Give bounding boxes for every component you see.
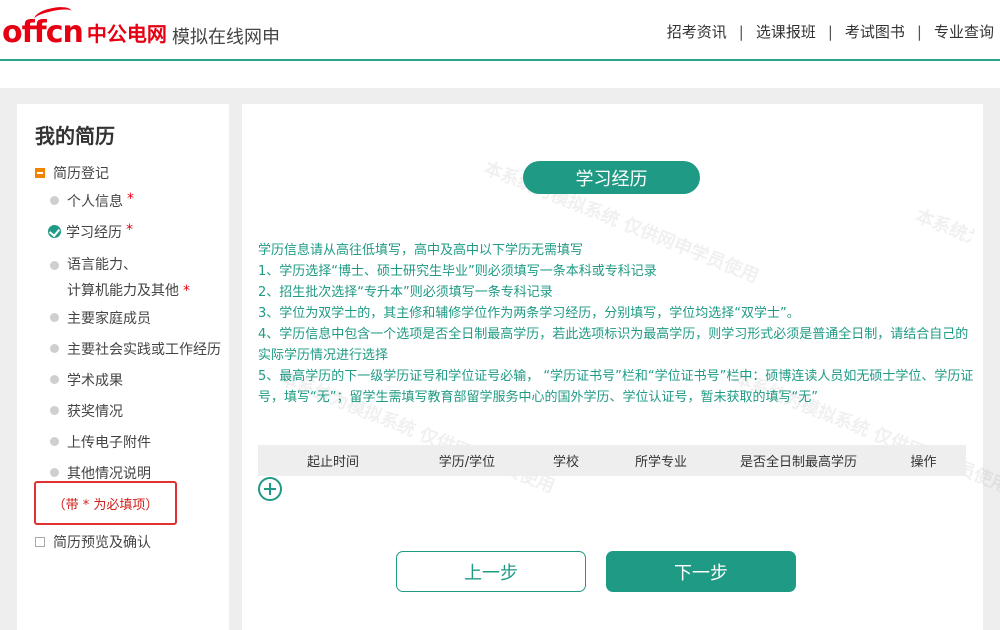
- sidebar-item-language-computer[interactable]: 语言能力、 计算机能力及其他 *: [50, 256, 190, 304]
- sidebar-section-label: 简历登记: [53, 166, 109, 182]
- instruction-line: 学历信息请从高往低填写，高中及高中以下学历无需填写: [258, 243, 584, 258]
- nav-link-major-search[interactable]: 专业查询: [934, 21, 994, 42]
- section-title: 学习经历: [523, 161, 700, 194]
- sidebar-item-work-experience[interactable]: 主要社会实践或工作经历: [50, 339, 221, 359]
- required-star: *: [127, 191, 134, 207]
- sidebar-item-label: 计算机能力及其他: [67, 283, 179, 299]
- top-header: offcn 中公电网 模拟在线网申 招考资讯 | 选课报班 | 考试图书 | 专…: [0, 0, 1000, 60]
- check-circle-icon: [48, 225, 61, 238]
- education-table-header: 起止时间 学历/学位 学校 所学专业 是否全日制最高学历 操作: [258, 445, 966, 476]
- nav-separator: |: [738, 22, 744, 41]
- nav-link-courses[interactable]: 选课报班: [756, 21, 816, 42]
- instruction-line: 3、学位为双学士的，其主修和辅修学位作为两条学习经历，分别填写，学位均选择“双学…: [258, 306, 800, 321]
- sidebar-item-label: 上传电子附件: [67, 435, 151, 451]
- column-header: 操作: [910, 455, 937, 470]
- column-header: 学历/学位: [438, 455, 496, 470]
- nav-link-exam-news[interactable]: 招考资讯: [667, 21, 727, 42]
- sidebar-item-label: 语言能力、: [67, 257, 137, 273]
- bullet-icon: [50, 437, 59, 446]
- required-star: *: [183, 283, 190, 299]
- sidebar-item-label: 学习经历: [66, 225, 122, 241]
- sidebar-item-label: 主要家庭成员: [67, 311, 151, 327]
- instruction-line: 4、学历信息中包含一个选项是否全日制最高学历，若此选项标识为最高学历，则学习形式…: [258, 327, 969, 363]
- sidebar-item-label: 其他情况说明: [67, 466, 151, 482]
- sidebar-section-label: 简历预览及确认: [53, 535, 151, 551]
- column-header: 起止时间: [306, 455, 359, 470]
- instruction-line: 2、招生批次选择“专升本”则必须填写一条专科记录: [258, 285, 553, 300]
- checkbox-icon: [35, 537, 45, 547]
- bullet-icon: [50, 261, 59, 270]
- offcn-logo[interactable]: offcn 中公电网: [2, 4, 167, 50]
- column-header: 是否全日制最高学历: [739, 455, 857, 470]
- nav-separator: |: [916, 22, 922, 41]
- header-divider: [0, 59, 1000, 61]
- bullet-icon: [50, 313, 59, 322]
- bullet-icon: [50, 196, 59, 205]
- logo-cn-text: 中公电网: [86, 22, 167, 46]
- instructions: 学历信息请从高往低填写，高中及高中以下学历无需填写 1、学历选择“博士、硕士研究…: [258, 240, 978, 408]
- sidebar-item-family[interactable]: 主要家庭成员: [50, 308, 151, 328]
- prev-step-button[interactable]: 上一步: [396, 551, 586, 592]
- sidebar-item-attachments[interactable]: 上传电子附件: [50, 432, 151, 452]
- required-note: （带 * 为必填项）: [34, 481, 177, 525]
- required-star: *: [126, 222, 133, 238]
- main-panel: 本系统为模拟系统 仅供网申学员使用 本系统为模拟系统 仅供网申学员使用 本系统为…: [242, 104, 1000, 630]
- instruction-line: 5、最高学历的下一级学历证号和学位证号必输， “学历证书号”栏和“学位证书号”栏…: [258, 369, 974, 405]
- bullet-icon: [50, 406, 59, 415]
- sidebar-section-register[interactable]: 简历登记: [35, 163, 109, 183]
- sidebar-item-label: 学术成果: [67, 373, 123, 389]
- sidebar-item-label: 个人信息: [67, 194, 123, 210]
- nav-separator: |: [827, 22, 833, 41]
- sidebar-item-label: 获奖情况: [67, 404, 123, 420]
- nav-link-books[interactable]: 考试图书: [845, 21, 905, 42]
- resume-sidebar: 我的简历 简历登记 个人信息 * 学习经历 * 语言能力、 计算机能力及其他 * …: [17, 104, 229, 630]
- site-subtitle: 模拟在线网申: [172, 27, 280, 48]
- add-row-icon[interactable]: [258, 477, 282, 501]
- sidebar-title: 我的简历: [35, 124, 115, 148]
- next-step-button[interactable]: 下一步: [606, 551, 796, 592]
- collapse-icon: [35, 168, 45, 178]
- bullet-icon: [50, 344, 59, 353]
- sidebar-item-academic[interactable]: 学术成果: [50, 370, 123, 390]
- instruction-line: 1、学历选择“博士、硕士研究生毕业”则必须填写一条本科或专科记录: [258, 264, 657, 279]
- logo-mark: offcn: [2, 4, 84, 50]
- column-header: 所学专业: [634, 455, 687, 470]
- sidebar-item-other[interactable]: 其他情况说明: [50, 463, 151, 483]
- sidebar-item-awards[interactable]: 获奖情况: [50, 401, 123, 421]
- bullet-icon: [50, 468, 59, 477]
- sidebar-item-personal-info[interactable]: 个人信息 *: [50, 191, 134, 211]
- column-header: 学校: [552, 455, 579, 470]
- sidebar-section-preview[interactable]: 简历预览及确认: [35, 532, 151, 552]
- sidebar-item-label: 主要社会实践或工作经历: [67, 342, 221, 358]
- top-nav: 招考资讯 | 选课报班 | 考试图书 | 专业查询: [667, 21, 994, 42]
- sidebar-item-education[interactable]: 学习经历 *: [48, 222, 133, 242]
- bullet-icon: [50, 375, 59, 384]
